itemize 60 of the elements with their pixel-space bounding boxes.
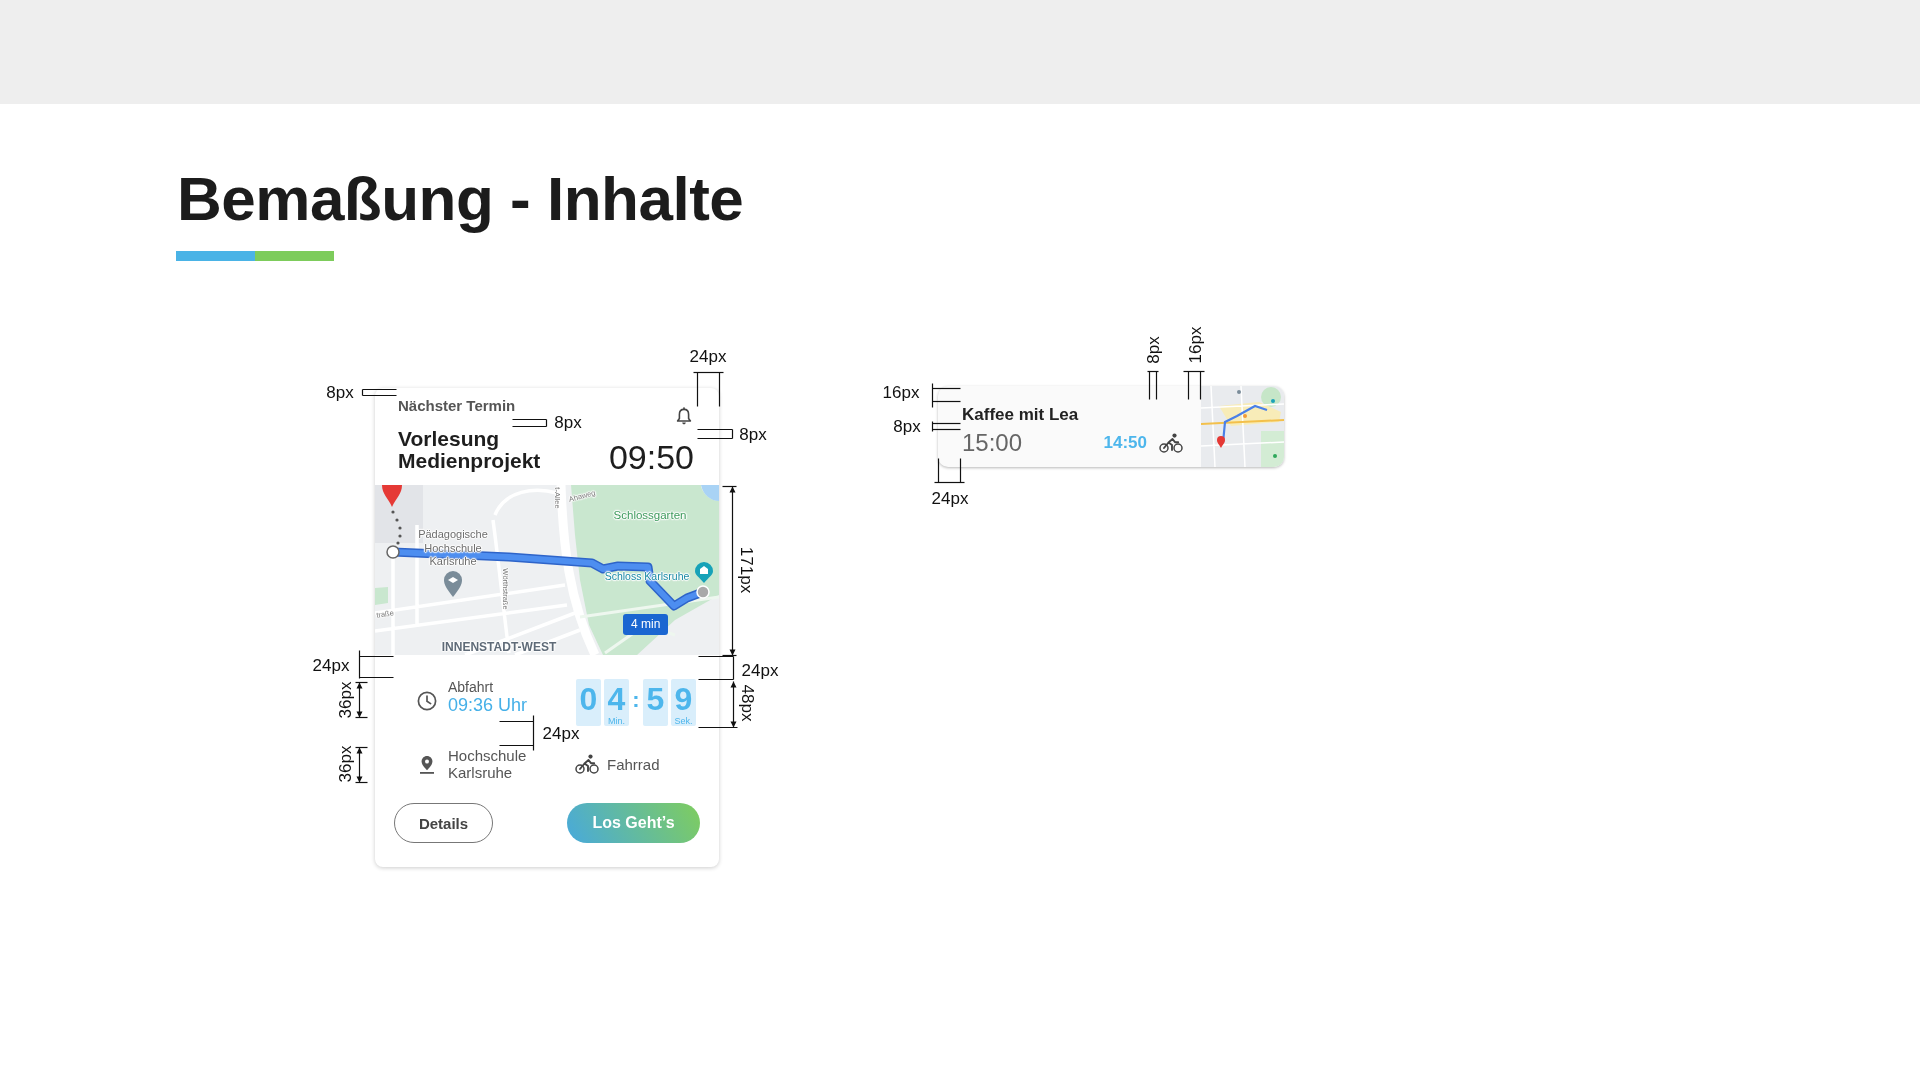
- school-pin-icon: [444, 571, 462, 597]
- dimension-label: 24px: [741, 661, 779, 679]
- map-label: INNENSTADT-WEST: [441, 640, 557, 654]
- countdown-separator: :: [632, 688, 640, 711]
- clock-icon: [417, 691, 437, 711]
- dimension-label: 24px: [542, 724, 580, 742]
- card-heading: Nächster Termin: [398, 397, 516, 414]
- dimension-label: 16px: [1186, 326, 1204, 364]
- departure-time: 09:36 Uhr: [448, 695, 528, 715]
- end-point-icon: [696, 585, 710, 599]
- dimension-label: 16px: [882, 383, 920, 401]
- dimension-line: [691, 370, 726, 409]
- map-label: Schlossgarten: [613, 508, 687, 522]
- destination-name: Hochschule Karlsruhe: [448, 747, 527, 781]
- landmark-pin-icon: [695, 562, 713, 583]
- water-area: [701, 485, 719, 501]
- dimension-line: [932, 456, 967, 485]
- dimension-label: 36px: [336, 745, 354, 783]
- dimension-label: 24px: [312, 656, 350, 674]
- departure-time: 14:50: [1103, 433, 1147, 453]
- event-title: Vorlesung Medienprojekt: [398, 428, 541, 472]
- location-pin-icon: [418, 754, 436, 774]
- dimension-label: 36px: [336, 681, 354, 719]
- departure-label: Abfahrt: [448, 679, 494, 695]
- start-point-icon: [386, 545, 400, 559]
- dimension-line: [353, 745, 370, 785]
- dimension-label: 48px: [738, 684, 756, 722]
- walking-path-line: [391, 510, 402, 545]
- dimension-line: [1145, 369, 1161, 402]
- countdown-unit: Sek.: [674, 717, 693, 726]
- event-title: Kaffee mit Lea: [962, 405, 1079, 425]
- dimension-label: 24px: [931, 489, 969, 507]
- dimension-line: [360, 387, 399, 398]
- dimension-label: 171px: [737, 546, 755, 594]
- bicycle-icon: [575, 754, 599, 774]
- transport-mode: Fahrrad: [607, 755, 660, 773]
- details-button[interactable]: Details: [394, 803, 493, 843]
- countdown-unit: Min.: [608, 717, 625, 726]
- dimension-line: [695, 427, 735, 441]
- dimension-label: 8px: [1144, 336, 1162, 364]
- dimension-label: 8px: [739, 425, 767, 443]
- dimension-line: [930, 381, 963, 410]
- event-time: 09:50: [608, 440, 694, 474]
- duration-badge: 4 min: [623, 614, 669, 635]
- bell-icon[interactable]: [676, 407, 692, 426]
- countdown-digit: 9: [674, 681, 693, 717]
- dimension-label: 8px: [893, 417, 921, 435]
- map-pin-icon: [382, 485, 402, 507]
- dimension-line: [1181, 369, 1207, 402]
- dimension-line: [510, 417, 549, 429]
- dimension-label: 24px: [689, 347, 727, 365]
- countdown-digit: 5: [646, 681, 665, 717]
- dimension-label: 8px: [326, 383, 354, 401]
- countdown-digit: 0: [579, 681, 598, 717]
- dimension-line: [930, 419, 963, 434]
- page-title: Bemaßung - Inhalte: [177, 163, 744, 235]
- countdown-digit: 4: [607, 681, 626, 717]
- bicycle-icon: [1159, 433, 1183, 453]
- dimension-label: 8px: [554, 413, 582, 431]
- event-time: 15:00: [962, 430, 1023, 456]
